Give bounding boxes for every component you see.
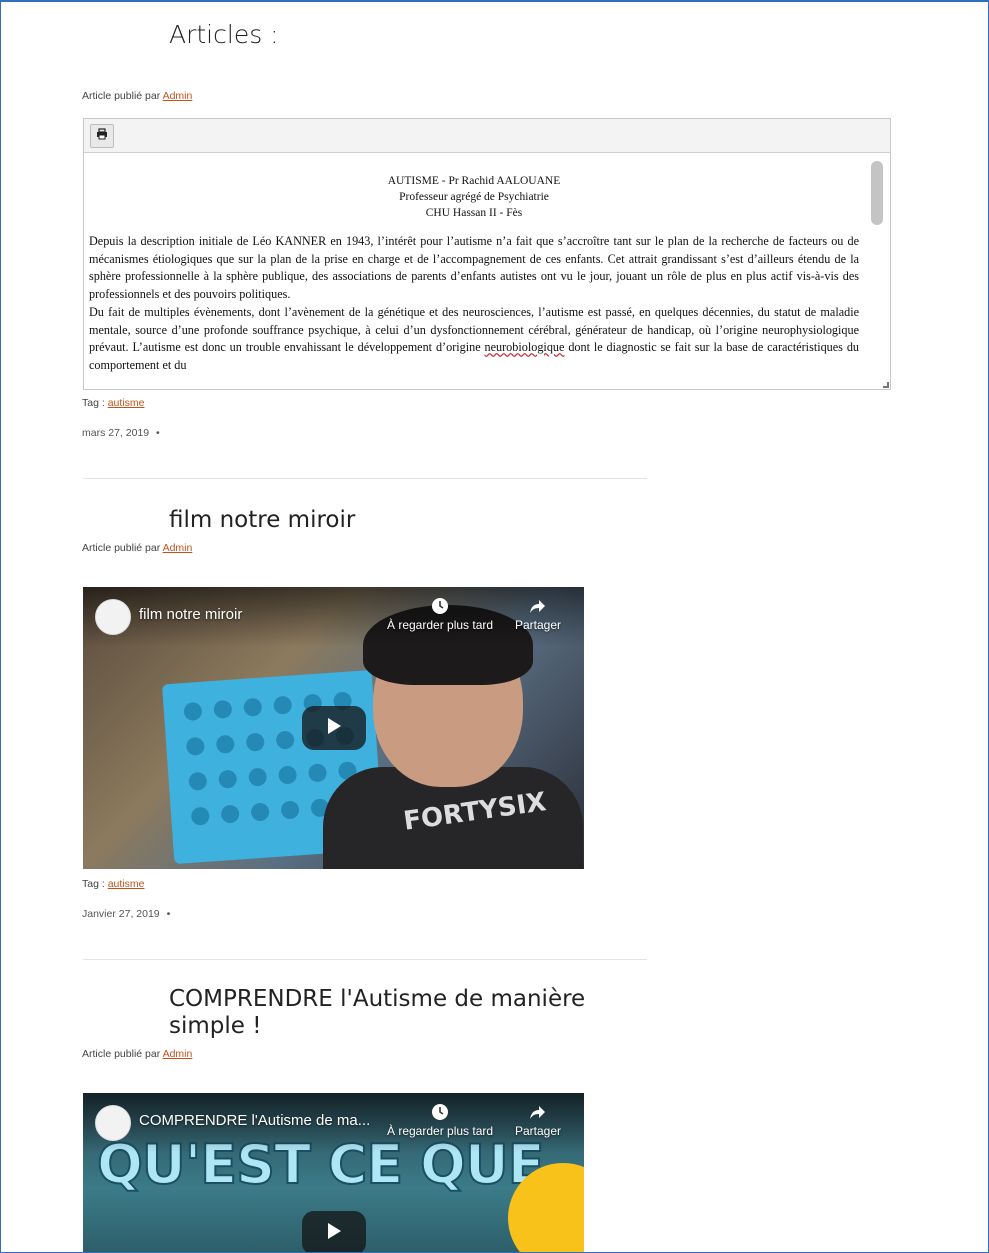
byline-prefix: Article publié par [82, 542, 161, 554]
author-link[interactable]: Admin [163, 542, 193, 554]
clock-icon [431, 1103, 449, 1121]
doc-header-line: Professeur agrégé de Psychiatrie [399, 191, 549, 203]
share-icon [529, 1103, 547, 1121]
tag-link[interactable]: autisme [108, 397, 145, 409]
post-date: mars 27, 2019 • [82, 427, 160, 439]
doc-header-line: AUTISME - Pr Rachid AALOUANE [387, 175, 561, 187]
byline-prefix: Article publié par [82, 90, 161, 102]
print-button[interactable] [90, 124, 114, 148]
tag-prefix: Tag : [82, 397, 105, 409]
tag-link[interactable]: autisme [108, 878, 145, 890]
post-byline: Article publié par Admin [82, 1048, 192, 1060]
doc-paragraph: Du fait de multiples évènements, dont l’… [89, 304, 859, 375]
print-icon [96, 127, 108, 145]
watch-later-label: À regarder plus tard [387, 1124, 494, 1138]
video-player[interactable]: FORTYSIX film notre miroir À regarder pl… [83, 587, 584, 869]
resize-handle[interactable] [883, 382, 889, 388]
post-tags: Tag : autisme [82, 878, 144, 890]
post-title[interactable]: COMPRENDRE l'Autisme de manière simple ! [169, 986, 629, 1040]
doc-header-line: CHU Hassan II - Fès [425, 207, 523, 219]
post-tags: Tag : autisme [82, 397, 144, 409]
document-viewer: AUTISME - Pr Rachid AALOUANE Professeur … [83, 118, 891, 390]
document-text: Depuis la description initiale de Léo KA… [89, 233, 859, 375]
clock-icon [431, 597, 449, 615]
post-date: Janvier 27, 2019 • [82, 908, 170, 920]
doc-paragraph: Depuis la description initiale de Léo KA… [89, 234, 859, 302]
byline-prefix: Article publié par [82, 1048, 161, 1060]
channel-avatar[interactable] [95, 599, 131, 635]
author-link[interactable]: Admin [163, 90, 193, 102]
post-byline: Article publié par Admin [82, 90, 192, 102]
document-header: AUTISME - Pr Rachid AALOUANE Professeur … [84, 173, 864, 221]
document-scrollbar[interactable] [866, 153, 890, 389]
video-title[interactable]: film notre miroir [139, 606, 242, 623]
spellcheck-word: neurobiologique [484, 340, 565, 355]
post-separator [83, 959, 647, 960]
watch-later-button[interactable]: À regarder plus tard [387, 597, 493, 632]
share-button[interactable]: Partager [515, 597, 561, 632]
date-text: mars 27, 2019 [82, 427, 150, 439]
play-icon [326, 1222, 342, 1245]
document-content: AUTISME - Pr Rachid AALOUANE Professeur … [84, 153, 864, 389]
date-bullet: • [166, 908, 171, 920]
post-byline: Article publié par Admin [82, 542, 192, 554]
play-icon [326, 717, 342, 740]
share-button[interactable]: Partager [515, 1103, 561, 1138]
scrollbar-thumb[interactable] [871, 161, 883, 225]
channel-avatar[interactable] [95, 1105, 131, 1141]
share-label: Partager [515, 618, 562, 632]
video-title[interactable]: COMPRENDRE l'Autisme de ma... [139, 1112, 370, 1129]
date-text: Janvier 27, 2019 [82, 908, 160, 920]
viewer-toolbar [84, 119, 890, 153]
page-title: Articles : [169, 20, 279, 49]
tag-prefix: Tag : [82, 878, 105, 890]
post-title[interactable]: film notre miroir [169, 507, 629, 534]
watch-later-button[interactable]: À regarder plus tard [387, 1103, 493, 1138]
share-label: Partager [515, 1124, 562, 1138]
play-button[interactable] [301, 1211, 366, 1252]
watch-later-label: À regarder plus tard [387, 618, 494, 632]
play-button[interactable] [301, 706, 366, 750]
date-bullet: • [156, 427, 160, 439]
video-player[interactable]: QU'EST CE QUE COMPRENDRE l'Autisme de ma… [83, 1093, 584, 1252]
author-link[interactable]: Admin [163, 1048, 193, 1060]
share-icon [529, 597, 547, 615]
post-separator [83, 478, 647, 479]
